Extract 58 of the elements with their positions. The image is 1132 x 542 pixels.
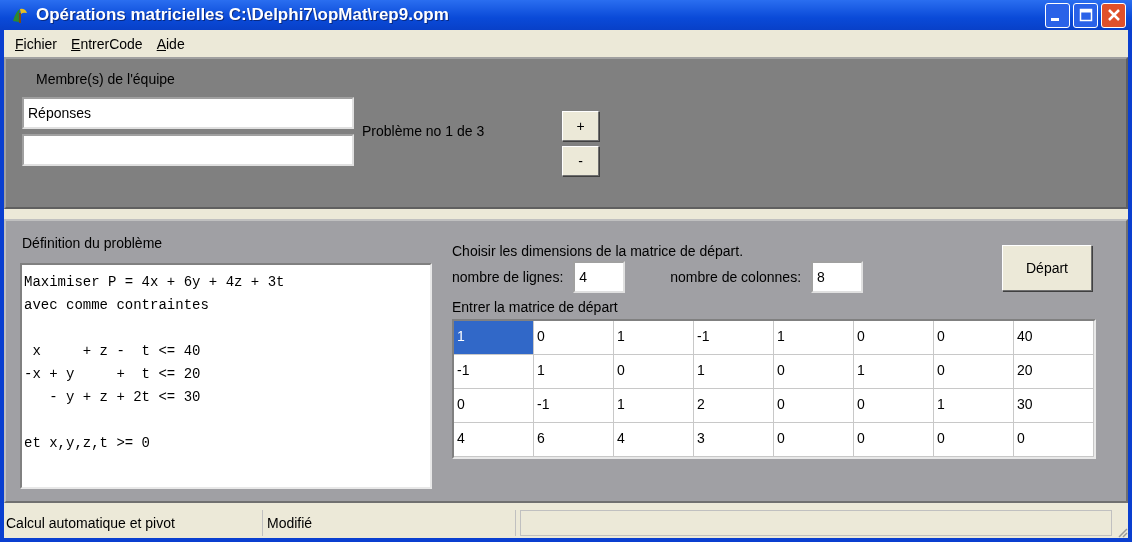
matrix-cell[interactable]: 1 [454,321,534,355]
matrix-cell[interactable]: 0 [1014,423,1094,457]
minimize-button[interactable] [1045,2,1070,28]
menu-item[interactable]: Aide [149,35,192,52]
matrix-cell[interactable]: -1 [694,321,774,355]
window-title: Opérations matricielles C:\Delphi7\opMat\rep9.opm [36,5,450,25]
close-button[interactable] [1101,2,1126,28]
matrix-cell[interactable]: 0 [534,321,614,355]
maximize-button[interactable] [1073,2,1098,28]
matrix-cell[interactable]: 0 [934,355,1014,389]
status-text: Calcul automatique et pivot [6,510,263,536]
menu-item[interactable]: EntrerCode [64,35,150,52]
resize-grip-icon [1116,526,1128,538]
matrix-cell[interactable]: 1 [854,355,934,389]
problem-counter: Problème no 1 de 3 [362,123,486,139]
matrix-cell[interactable]: -1 [454,355,534,389]
matrix-cell[interactable]: 0 [934,321,1014,355]
matrix-cell[interactable]: 1 [534,355,614,389]
matrix-cell[interactable]: 3 [694,423,774,457]
step-button[interactable]: - [562,146,599,176]
matrix-cell[interactable]: 0 [454,389,534,423]
start-button[interactable]: Départ [1002,245,1092,291]
problem-text-area[interactable]: Maximiser P = 4x + 6y + 4z + 3t avec comme contraintes x + z - t <= 40 -x + y + t <= 20 - y + z + 2t <= 30 et x,y,z,t >= 0 [20,263,432,489]
team-label: Membre(s) de l'équipe [36,71,176,87]
matrix-cell[interactable]: 20 [1014,355,1094,389]
matrix-cell[interactable]: 2 [694,389,774,423]
matrix-cell[interactable]: 1 [614,389,694,423]
step-button[interactable]: + [562,111,599,141]
matrix-cell[interactable]: 1 [774,321,854,355]
matrix-cell[interactable]: 0 [774,423,854,457]
matrix-cell[interactable]: 1 [934,389,1014,423]
matrix-cell[interactable]: 0 [854,423,934,457]
matrix-cell[interactable]: 1 [694,355,774,389]
columns-field[interactable]: 8 [811,261,864,293]
menu-item[interactable]: Fichier [8,35,65,52]
rows-field[interactable]: 4 [573,261,626,293]
matrix-cell[interactable]: 0 [774,355,854,389]
matrix-cell[interactable]: 30 [1014,389,1094,423]
matrix-cell[interactable]: -1 [534,389,614,423]
definition-label: Définition du problème [22,235,164,251]
matrix-cell[interactable]: 1 [614,321,694,355]
matrix-cell[interactable]: 0 [854,389,934,423]
status-text: Modifié [267,510,516,536]
member-field[interactable]: Réponses [22,97,354,129]
matrix-cell[interactable]: 40 [1014,321,1094,355]
matrix-cell[interactable]: 6 [534,423,614,457]
matrix-cell[interactable]: 0 [854,321,934,355]
matrix-cell[interactable]: 0 [774,389,854,423]
matrix-cell[interactable]: 4 [454,423,534,457]
member-field[interactable] [22,134,354,166]
matrix-cell[interactable]: 0 [614,355,694,389]
dimensions-label: Choisir les dimensions de la matrice de départ. [452,243,745,259]
columns-label: nombre de colonnes: [670,269,802,285]
matrix-cell[interactable]: 4 [614,423,694,457]
matrix-cell[interactable]: 0 [934,423,1014,457]
matrix-label: Entrer la matrice de départ [452,299,619,315]
rows-label: nombre de lignes: [452,269,564,285]
minimize-icon [1050,18,1059,21]
